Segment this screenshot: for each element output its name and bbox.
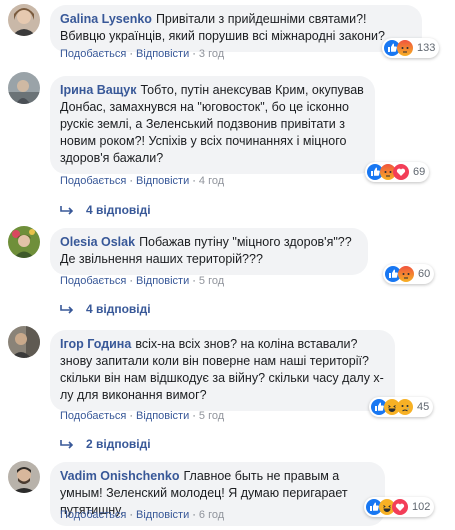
- avatar[interactable]: [8, 4, 40, 36]
- separator: ·: [129, 410, 133, 422]
- separator: ·: [129, 175, 133, 187]
- comment-author[interactable]: Ігор Година: [60, 337, 131, 351]
- replies-count-label[interactable]: 4 відповіді: [86, 302, 151, 316]
- view-replies-link[interactable]: 2 відповіді: [60, 437, 151, 451]
- like-link[interactable]: Подобається: [60, 275, 126, 287]
- avatar[interactable]: [8, 461, 40, 493]
- separator: ·: [192, 48, 196, 60]
- comment-actions: Подобається · Відповісти · 5 год: [60, 410, 224, 422]
- avatar[interactable]: [8, 226, 40, 258]
- separator: ·: [129, 48, 133, 60]
- separator: ·: [192, 275, 196, 287]
- comment-bubble: Ігор Година всіх-на всіх знов? на коліна …: [50, 330, 395, 411]
- comment-time[interactable]: 6 год: [199, 509, 224, 521]
- comment-author[interactable]: Galina Lysenko: [60, 12, 152, 26]
- reaction-count: 133: [417, 42, 436, 54]
- reply-arrow-icon: [60, 305, 74, 314]
- angry-reaction-icon: [398, 266, 414, 282]
- reactions-summary[interactable]: 69: [365, 162, 430, 182]
- comment-author[interactable]: Vadim Onishchenko: [60, 469, 179, 483]
- reply-arrow-icon: [60, 206, 74, 215]
- comment-author[interactable]: Ірина Ващук: [60, 83, 137, 97]
- reply-link[interactable]: Відповісти: [136, 410, 189, 422]
- comment-time[interactable]: 5 год: [199, 410, 224, 422]
- view-replies-link[interactable]: 4 відповіді: [60, 203, 151, 217]
- comment-actions: Подобається · Відповісти · 5 год: [60, 275, 224, 287]
- like-link[interactable]: Подобається: [60, 410, 126, 422]
- reaction-count: 60: [418, 268, 431, 280]
- avatar[interactable]: [8, 326, 40, 358]
- reply-link[interactable]: Відповісти: [136, 48, 189, 60]
- comment-actions: Подобається · Відповісти · 6 год: [60, 509, 224, 521]
- comment-time[interactable]: 4 год: [199, 175, 224, 187]
- like-link[interactable]: Подобається: [60, 509, 126, 521]
- like-link[interactable]: Подобається: [60, 175, 126, 187]
- reactions-summary[interactable]: 133: [382, 38, 440, 58]
- reactions-summary[interactable]: 102: [364, 497, 435, 517]
- reactions-summary[interactable]: 60: [383, 264, 435, 284]
- comment-bubble: Ірина Ващук Тобто, путін анексував Крим, …: [50, 76, 375, 174]
- comment-time[interactable]: 3 год: [199, 48, 224, 60]
- reply-arrow-icon: [60, 440, 74, 449]
- angry-reaction-icon: [397, 40, 413, 56]
- comment-actions: Подобається · Відповісти · 4 год: [60, 175, 224, 187]
- separator: ·: [129, 275, 133, 287]
- separator: ·: [192, 509, 196, 521]
- like-link[interactable]: Подобається: [60, 48, 126, 60]
- reaction-count: 45: [417, 401, 430, 413]
- comment-bubble: Galina Lysenko Привітали з прийдешніми св…: [50, 5, 422, 52]
- avatar[interactable]: [8, 72, 40, 104]
- reaction-count: 69: [413, 166, 426, 178]
- reply-link[interactable]: Відповісти: [136, 509, 189, 521]
- reactions-summary[interactable]: 45: [369, 397, 434, 417]
- separator: ·: [192, 410, 196, 422]
- separator: ·: [192, 175, 196, 187]
- replies-count-label[interactable]: 2 відповіді: [86, 437, 151, 451]
- love-reaction-icon: [392, 499, 408, 515]
- reply-link[interactable]: Відповісти: [136, 175, 189, 187]
- comment-time[interactable]: 5 год: [199, 275, 224, 287]
- love-reaction-icon: [393, 164, 409, 180]
- replies-count-label[interactable]: 4 відповіді: [86, 203, 151, 217]
- comment-author[interactable]: Olesia Oslak: [60, 235, 135, 249]
- sad-reaction-icon: [397, 399, 413, 415]
- comment-actions: Подобається · Відповісти · 3 год: [60, 48, 224, 60]
- separator: ·: [129, 509, 133, 521]
- reaction-count: 102: [412, 501, 431, 513]
- reply-link[interactable]: Відповісти: [136, 275, 189, 287]
- comment-bubble: Olesia Oslak Побажав путіну "міцного здор…: [50, 228, 368, 275]
- view-replies-link[interactable]: 4 відповіді: [60, 302, 151, 316]
